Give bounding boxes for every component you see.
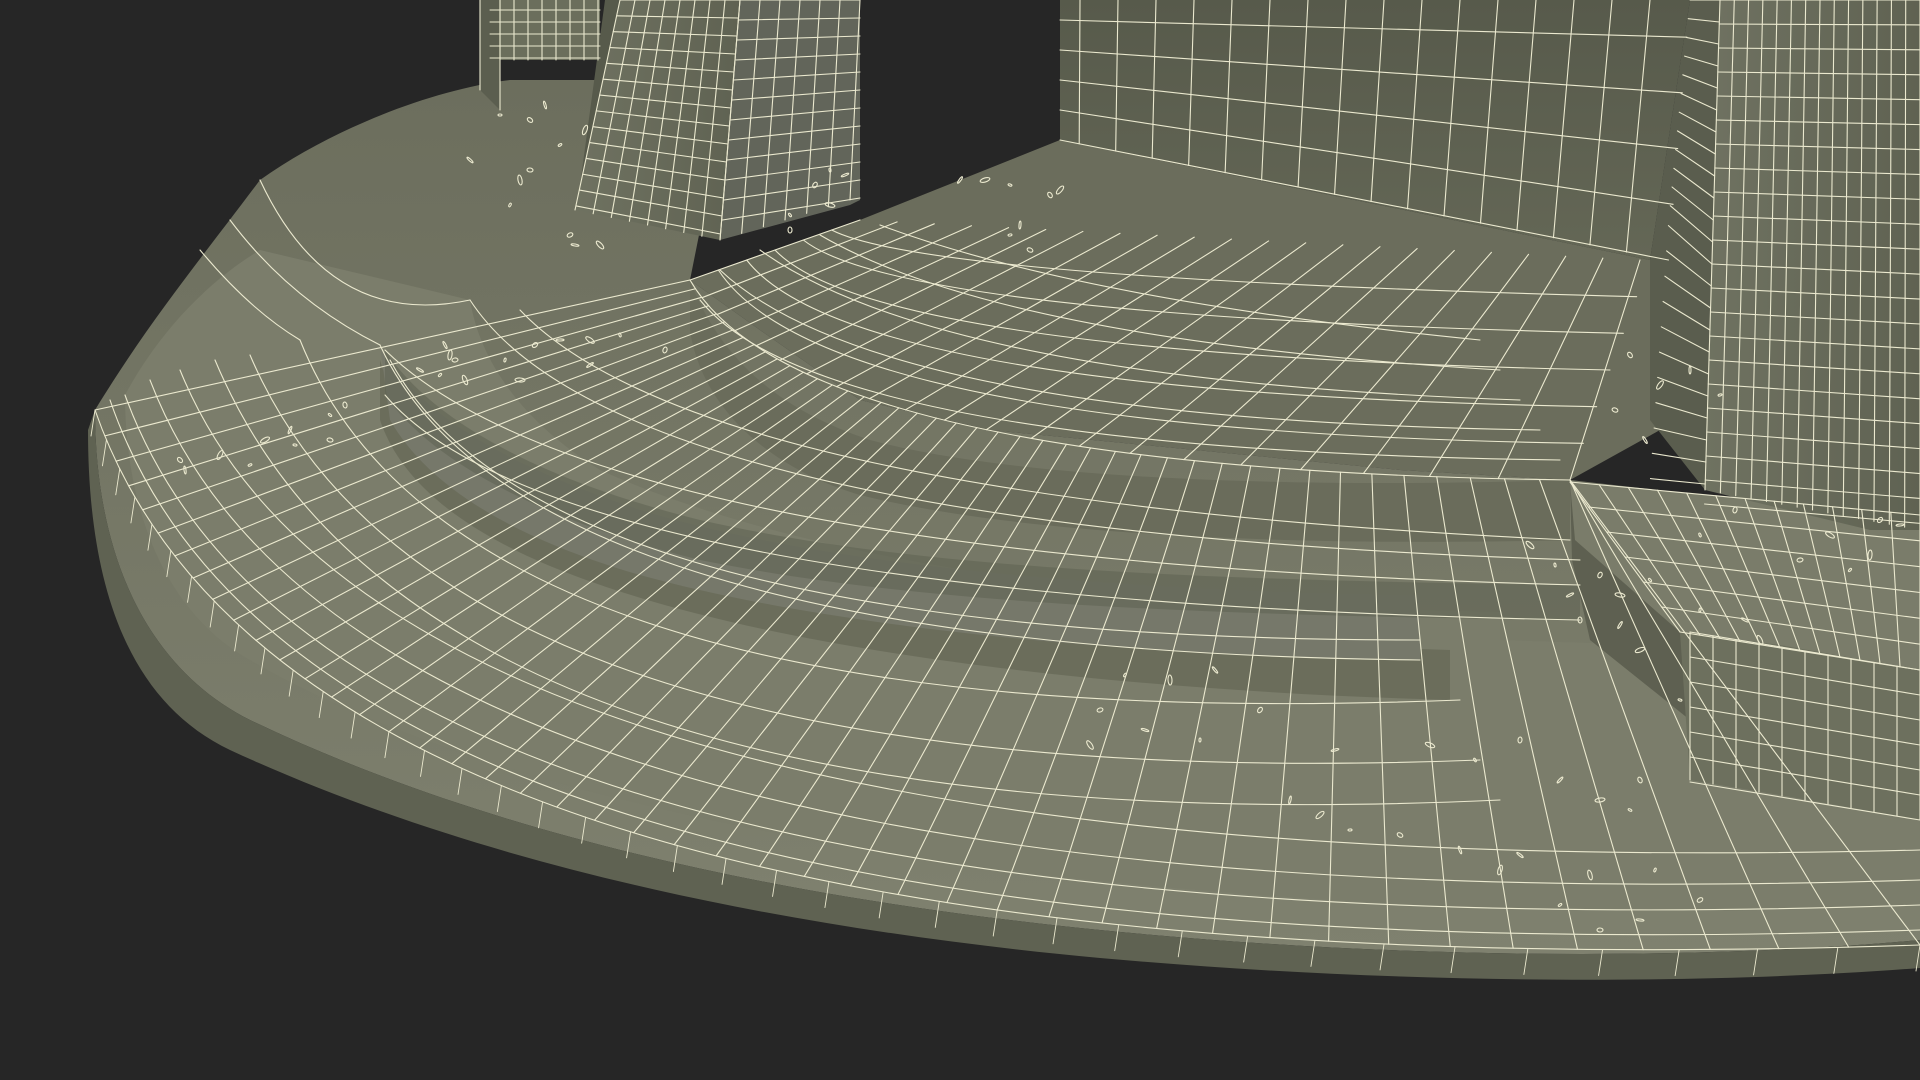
center-pillar-side [720, 0, 860, 240]
render-viewport [0, 0, 1920, 1080]
wireframe-scene [88, 0, 1920, 980]
debris-fleck [787, 226, 793, 234]
